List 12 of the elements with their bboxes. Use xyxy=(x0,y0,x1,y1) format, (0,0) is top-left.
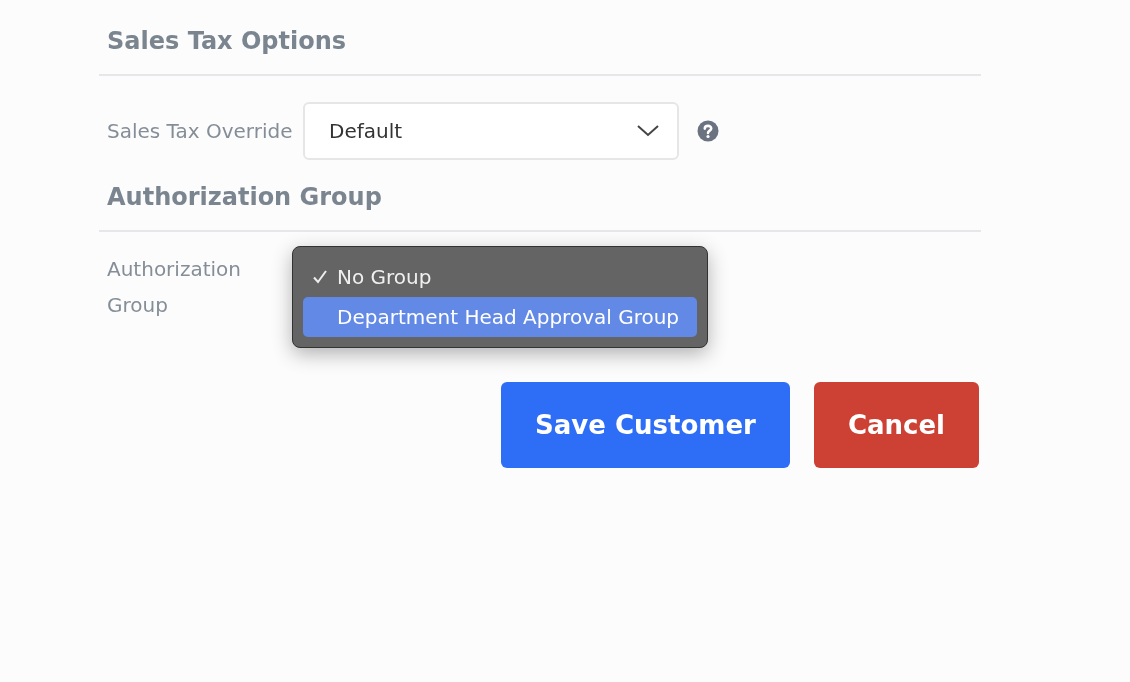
section-heading: Sales Tax Options xyxy=(106,26,348,57)
select-field[interactable]: Default xyxy=(303,102,679,160)
menu-option[interactable]: Department Head Approval Group xyxy=(303,297,697,337)
menu-option[interactable]: No Group xyxy=(303,257,697,297)
checkmark-icon xyxy=(312,269,328,285)
chevron-down-icon xyxy=(637,125,659,137)
section-heading: Authorization Group xyxy=(106,182,383,213)
help-icon[interactable] xyxy=(697,120,719,142)
field-label: Authorization Group xyxy=(107,256,242,319)
action-button[interactable]: Save Customer xyxy=(501,382,790,468)
field-label: Sales Tax Override xyxy=(107,118,294,145)
action-button[interactable]: Cancel xyxy=(813,382,979,468)
